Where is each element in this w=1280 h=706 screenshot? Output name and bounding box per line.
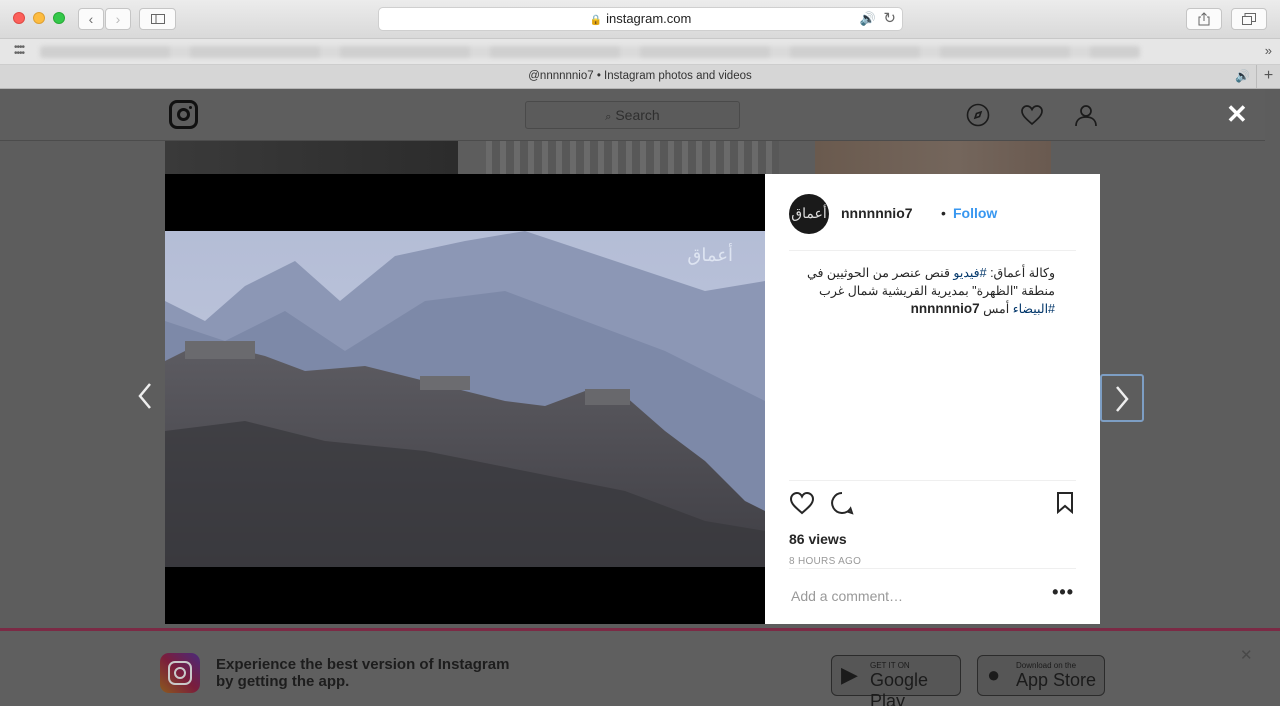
- bookmark-icon[interactable]: [1055, 491, 1075, 515]
- zoom-window-button[interactable]: [53, 12, 65, 24]
- profile-icon[interactable]: [1074, 103, 1098, 127]
- more-options-icon[interactable]: •••: [1052, 582, 1074, 603]
- comment-input[interactable]: Add a comment…: [791, 588, 903, 604]
- search-placeholder: Search: [615, 107, 660, 123]
- tab-title[interactable]: @nnnnnnio7 • Instagram photos and videos: [528, 70, 752, 82]
- page-content: ⌕ Search ✕ أعماق أعماق nnnnnnio7 • Follo…: [0, 89, 1280, 706]
- forward-button[interactable]: ›: [105, 8, 131, 30]
- tab-bar: @nnnnnnio7 • Instagram photos and videos…: [0, 65, 1280, 89]
- google-play-big-text: Google Play: [870, 670, 929, 706]
- app-store-small-text: Download on the: [1016, 661, 1077, 670]
- search-input[interactable]: ⌕ Search: [525, 101, 740, 129]
- caption-text: أمس: [983, 302, 1013, 316]
- banner-text: Experience the best version of Instagram…: [216, 656, 510, 690]
- tabs-overview-button[interactable]: [1231, 8, 1267, 30]
- previous-post-button[interactable]: [136, 381, 154, 419]
- hashtag-link[interactable]: #فيديو: [953, 266, 986, 280]
- username-link[interactable]: nnnnnnio7: [841, 205, 913, 221]
- post-header: أعماق nnnnnnio7 • Follow: [789, 174, 1076, 251]
- app-store-button[interactable]: ● Download on the App Store: [977, 655, 1105, 696]
- favorites-bar: •••• •••• »: [0, 39, 1280, 65]
- app-store-big-text: App Store: [1016, 670, 1097, 690]
- background-thumbnail[interactable]: [165, 141, 458, 174]
- separator-dot: •: [941, 205, 946, 221]
- close-modal-button[interactable]: ✕: [1226, 101, 1248, 127]
- close-window-button[interactable]: [13, 12, 25, 24]
- post-timestamp[interactable]: 8 HOURS AGO: [789, 556, 861, 567]
- video-watermark: أعماق: [687, 245, 733, 266]
- avatar[interactable]: أعماق: [789, 194, 829, 234]
- address-text: instagram.com: [606, 11, 692, 26]
- sidebar-icon: [150, 14, 165, 24]
- compass-icon[interactable]: [966, 103, 990, 127]
- instagram-app-icon: [160, 653, 200, 693]
- follow-button[interactable]: Follow: [953, 205, 997, 221]
- video-player[interactable]: أعماق: [165, 174, 765, 624]
- mountain-scene-image: [165, 231, 765, 567]
- address-bar[interactable]: 🔒 instagram.com 🔊 ↻: [378, 7, 903, 31]
- instagram-logo-icon[interactable]: [169, 100, 198, 129]
- google-play-small-text: GET IT ON: [870, 661, 910, 670]
- chevron-left-icon: [138, 383, 151, 409]
- post-actions: 86 views 8 HOURS AGO: [789, 480, 1076, 570]
- search-icon: ⌕: [605, 111, 612, 123]
- post-panel: أعماق nnnnnnio7 • Follow وكالة أعماق: #ف…: [765, 174, 1100, 624]
- tabs-icon: [1242, 13, 1256, 25]
- next-post-button[interactable]: [1100, 374, 1144, 422]
- comment-box: Add a comment… •••: [789, 568, 1076, 624]
- chevron-right-icon: [1116, 386, 1129, 412]
- instagram-header: ⌕ Search: [0, 89, 1265, 141]
- lock-icon: 🔒: [589, 15, 603, 26]
- minimize-window-button[interactable]: [33, 12, 45, 24]
- speaker-icon[interactable]: 🔊: [860, 8, 876, 30]
- like-heart-icon[interactable]: [789, 491, 815, 515]
- video-frame: أعماق: [165, 231, 765, 567]
- caption-username[interactable]: nnnnnnio7: [911, 300, 980, 318]
- back-button[interactable]: ‹: [78, 8, 104, 30]
- sidebar-toggle-button[interactable]: [139, 8, 176, 30]
- post-caption: وكالة أعماق: #فيديو قنص عنصر من الحوثيين…: [789, 264, 1055, 318]
- reload-icon[interactable]: ↻: [883, 8, 896, 30]
- google-play-button[interactable]: ▶ GET IT ON Google Play: [831, 655, 961, 706]
- double-chevron-icon[interactable]: »: [1265, 43, 1272, 58]
- tab-speaker-icon[interactable]: 🔊: [1235, 65, 1250, 88]
- background-thumbnail[interactable]: [486, 141, 779, 174]
- comment-icon[interactable]: [830, 491, 854, 515]
- hashtag-link[interactable]: #البيضاء: [1013, 302, 1055, 316]
- play-store-icon: ▶: [841, 662, 858, 687]
- grid-icon[interactable]: •••• ••••: [14, 43, 30, 59]
- apple-icon: ●: [987, 662, 1001, 687]
- view-count[interactable]: 86 views: [789, 531, 847, 547]
- favorites-items-blurred: [40, 46, 1140, 58]
- share-icon: [1198, 12, 1210, 26]
- caption-text: وكالة أعماق:: [986, 266, 1055, 280]
- new-tab-button[interactable]: +: [1256, 65, 1280, 88]
- browser-toolbar: ‹ › 🔒 instagram.com 🔊 ↻: [0, 0, 1280, 39]
- heart-icon[interactable]: [1020, 103, 1044, 127]
- banner-close-icon[interactable]: ✕: [1240, 646, 1253, 664]
- share-button[interactable]: [1186, 8, 1222, 30]
- app-banner: Experience the best version of Instagram…: [0, 628, 1280, 706]
- background-thumbnail[interactable]: [815, 141, 1051, 174]
